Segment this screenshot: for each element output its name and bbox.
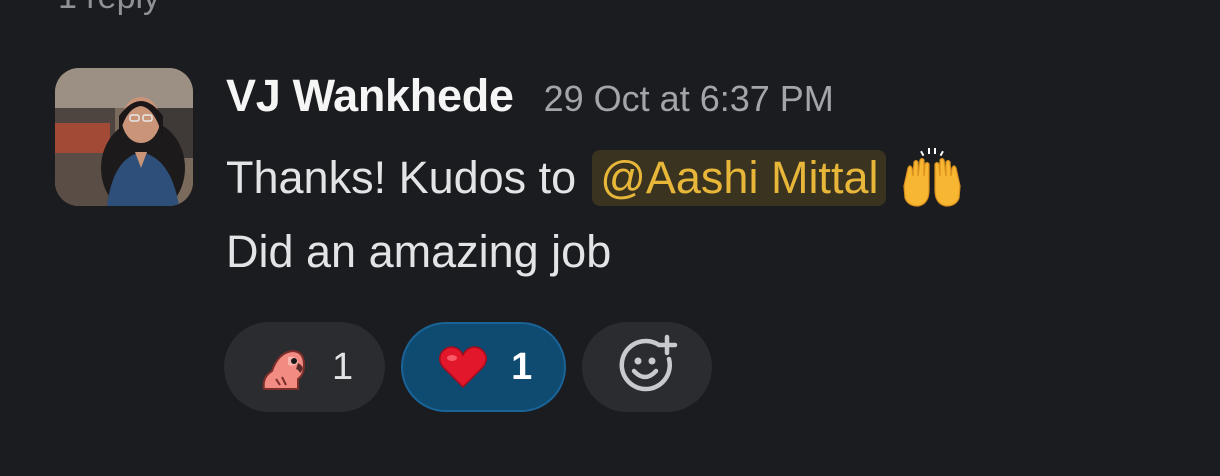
reaction-party-parrot[interactable]: 1 xyxy=(224,322,386,412)
add-reaction-button[interactable] xyxy=(582,322,713,412)
reaction-count: 1 xyxy=(332,345,354,388)
message-content: VJ Wankhede 29 Oct at 6:37 PM Thanks! Ku… xyxy=(226,70,1200,282)
message-text-line2: Did an amazing job xyxy=(226,226,612,277)
reaction-red-heart[interactable]: 1 xyxy=(401,322,567,412)
party-parrot-icon xyxy=(258,341,310,393)
raised-hands-icon xyxy=(900,146,964,210)
avatar[interactable] xyxy=(55,68,193,206)
reaction-count: 1 xyxy=(511,345,533,388)
message-timestamp[interactable]: 29 Oct at 6:37 PM xyxy=(544,78,834,120)
message-text-line1: Thanks! Kudos to @Aashi Mittal xyxy=(226,146,1200,210)
thread-reply-count[interactable]: 1 reply xyxy=(58,0,160,17)
message-canvas: 1 reply VJ Wankhede 29 Oct at 6:37 PM Th… xyxy=(0,0,1220,476)
red-heart-icon xyxy=(437,341,489,393)
message-text-prefix: Thanks! Kudos to xyxy=(226,152,577,203)
author-name[interactable]: VJ Wankhede xyxy=(226,70,514,122)
add-emoji-icon xyxy=(615,333,679,402)
message-header: VJ Wankhede 29 Oct at 6:37 PM xyxy=(226,70,1200,132)
avatar-photo xyxy=(55,68,193,206)
reactions-bar: 1 1 xyxy=(224,322,713,412)
user-mention[interactable]: @Aashi Mittal xyxy=(592,150,887,206)
